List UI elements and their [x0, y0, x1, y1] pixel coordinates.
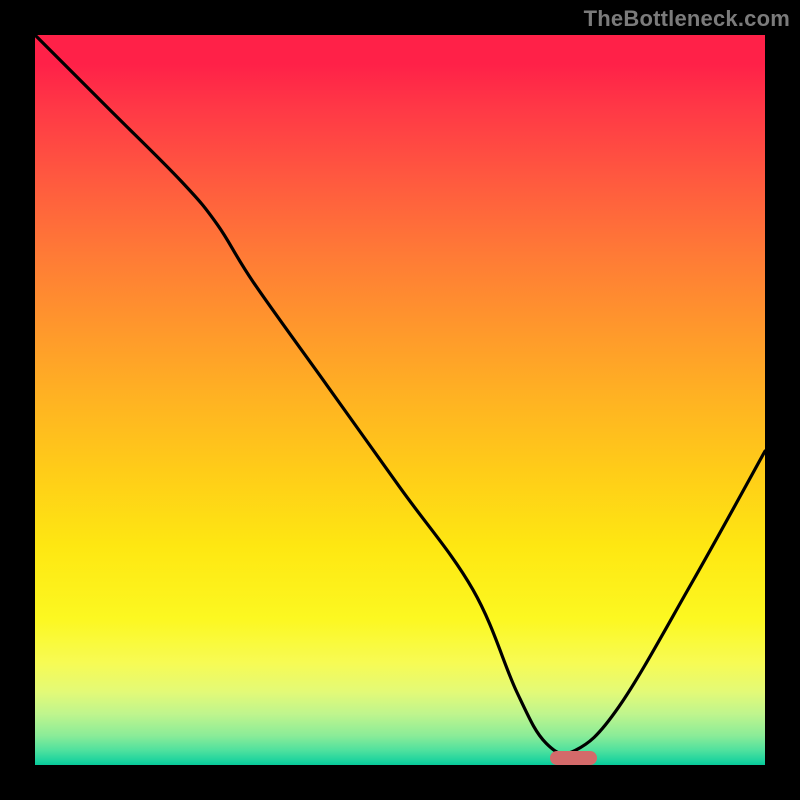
chart-frame: TheBottleneck.com [0, 0, 800, 800]
bottleneck-curve [35, 35, 765, 765]
plot-area [35, 35, 765, 765]
watermark-text: TheBottleneck.com [584, 6, 790, 32]
optimal-region-marker [550, 751, 597, 765]
